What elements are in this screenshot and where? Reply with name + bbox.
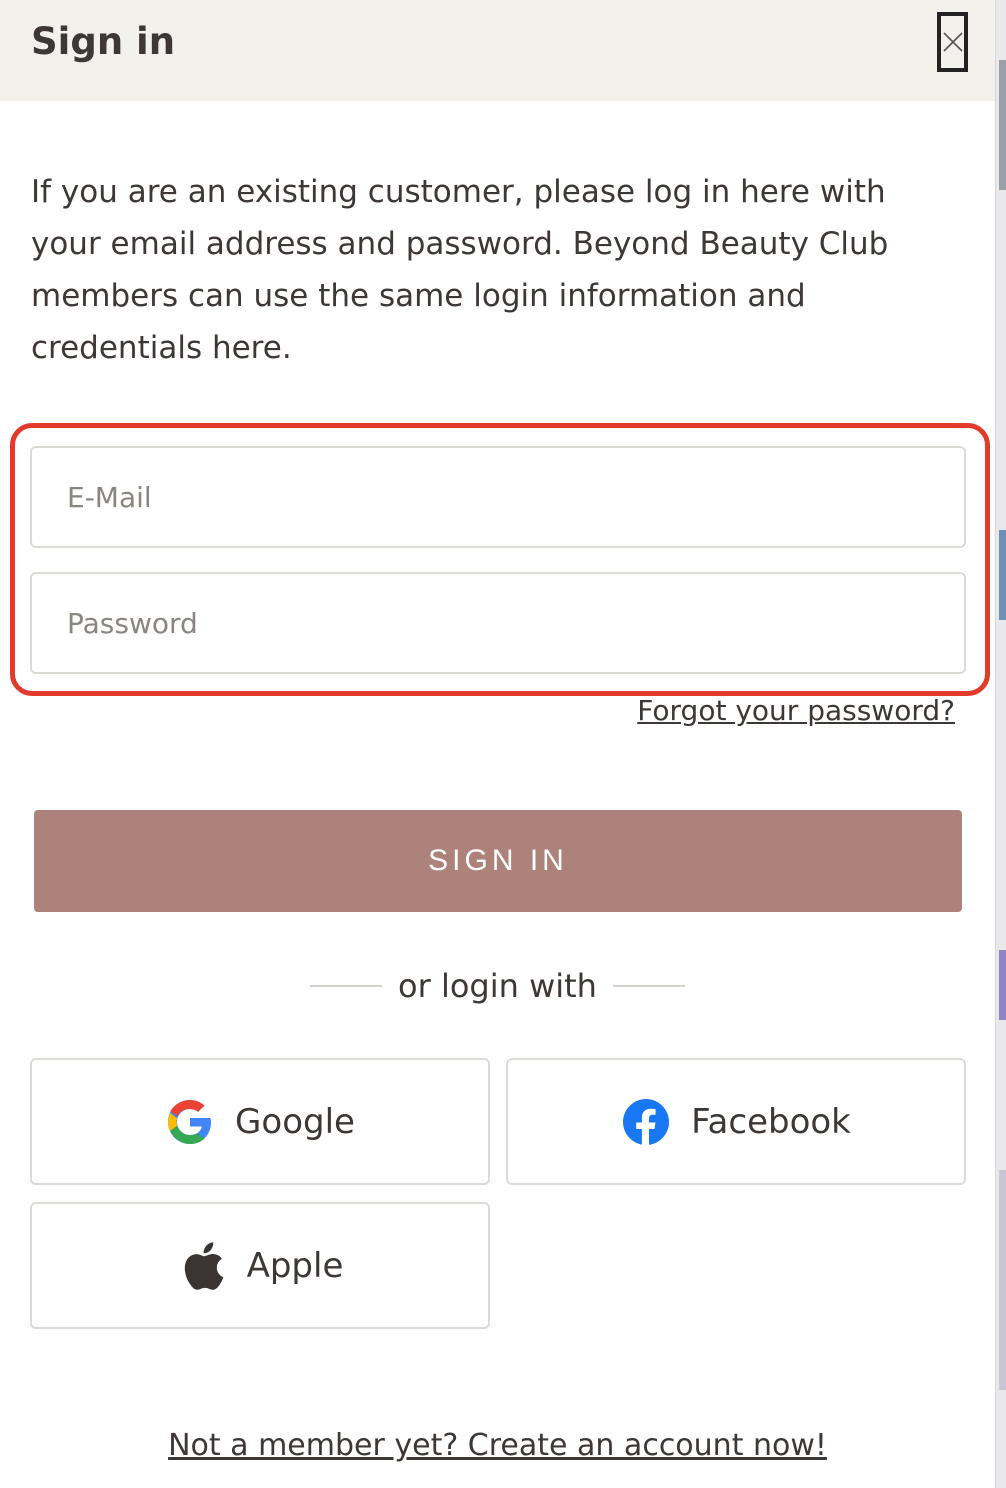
google-label: Google (235, 1101, 355, 1142)
close-icon (942, 32, 963, 52)
close-button[interactable] (937, 12, 968, 72)
background-strip (999, 60, 1006, 190)
panel-header: Sign in (0, 0, 995, 101)
apple-label: Apple (246, 1245, 344, 1286)
or-login-divider: or login with (0, 962, 995, 1010)
google-icon (165, 1097, 215, 1147)
background-strip (999, 950, 1006, 1020)
apple-icon (177, 1241, 227, 1291)
forgot-password-link[interactable]: Forgot your password? (637, 694, 955, 727)
password-field[interactable] (30, 572, 966, 674)
facebook-login-button[interactable]: Facebook (506, 1058, 966, 1185)
divider-line-left (310, 985, 383, 987)
sign-in-button[interactable]: SIGN IN (34, 810, 962, 912)
panel-title: Sign in (31, 20, 176, 63)
divider-text: or login with (398, 967, 597, 1005)
intro-text: If you are an existing customer, please … (31, 174, 889, 366)
background-page-edge (995, 0, 1006, 1488)
background-strip (999, 530, 1006, 620)
sign-in-panel: Sign in If you are an existing customer,… (0, 0, 995, 1488)
background-strip (999, 1170, 1006, 1390)
create-account-link[interactable]: Not a member yet? Create an account now! (0, 1428, 995, 1463)
divider-line-right (612, 985, 685, 987)
facebook-icon (621, 1097, 671, 1147)
apple-login-button[interactable]: Apple (30, 1202, 490, 1329)
facebook-label: Facebook (691, 1101, 851, 1142)
email-field[interactable] (30, 446, 966, 548)
google-login-button[interactable]: Google (30, 1058, 490, 1185)
